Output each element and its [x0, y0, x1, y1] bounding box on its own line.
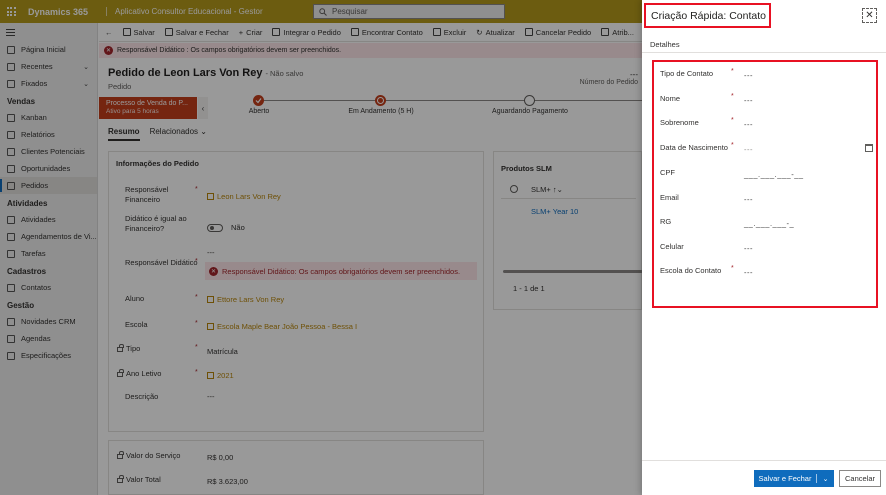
- required-mark: *: [731, 68, 734, 75]
- qc-field-cpf[interactable]: CPF ___.___.___-__: [660, 168, 870, 182]
- qc-field-celular[interactable]: Celular ---: [660, 242, 870, 256]
- required-mark: *: [731, 117, 734, 124]
- quick-create-title: Criação Rápida: Contato: [644, 3, 771, 28]
- qc-field-nome[interactable]: Nome * ---: [660, 93, 870, 108]
- required-mark: *: [731, 93, 734, 100]
- required-mark: *: [731, 142, 734, 149]
- save-and-close-button[interactable]: Salvar e Fechar ⌄: [754, 470, 834, 487]
- qc-field-escola-contato[interactable]: Escola do Contato * ---: [660, 265, 870, 280]
- cancel-button[interactable]: Cancelar: [839, 470, 881, 487]
- qc-field-rg[interactable]: RG __.___.___-_: [660, 217, 870, 231]
- qc-field-email[interactable]: Email ---: [660, 193, 870, 207]
- qc-field-tipo-contato[interactable]: Tipo de Contato * ---: [660, 68, 870, 83]
- section-detalhes: Detalhes: [650, 40, 680, 49]
- quick-create-panel: Criação Rápida: Contato ✕ Detalhes Tipo …: [642, 0, 886, 495]
- required-mark: *: [731, 265, 734, 272]
- close-icon[interactable]: ✕: [862, 8, 877, 23]
- calendar-icon[interactable]: [865, 144, 873, 152]
- divider: [642, 52, 886, 53]
- modal-overlay[interactable]: [0, 0, 642, 495]
- qc-field-data-nascimento[interactable]: Data de Nascimento * ---: [660, 142, 873, 157]
- qc-field-sobrenome[interactable]: Sobrenome * ---: [660, 117, 870, 132]
- chevron-down-icon[interactable]: ⌄: [817, 475, 834, 483]
